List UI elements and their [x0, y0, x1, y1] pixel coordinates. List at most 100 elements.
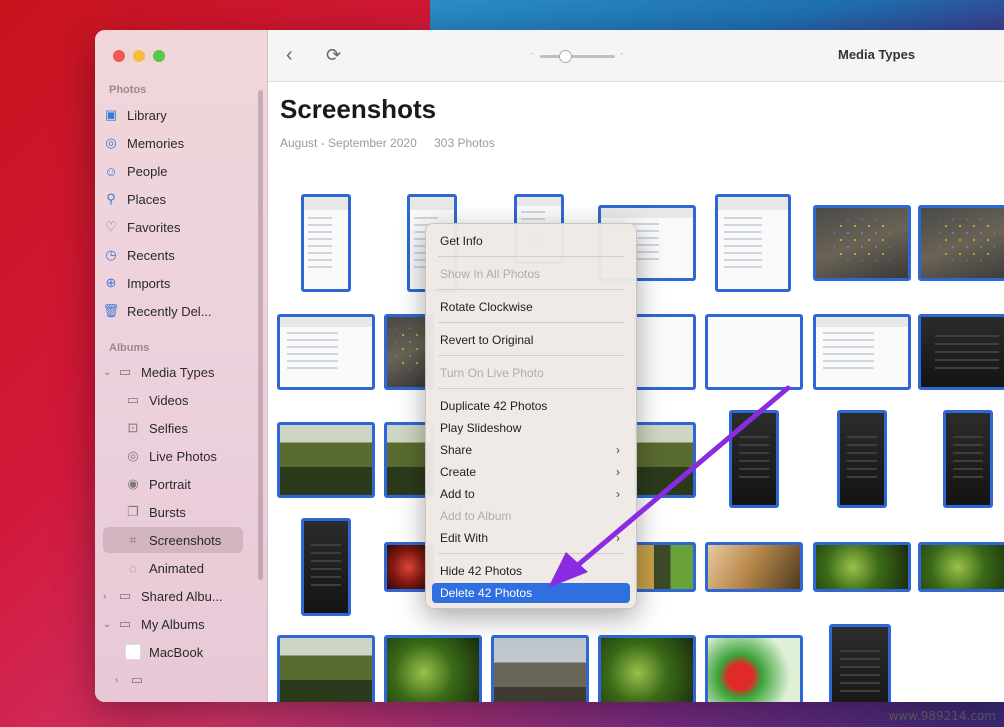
sidebar-item-label: Bursts	[149, 504, 186, 520]
sidebar-item-bursts[interactable]: ❐ Bursts	[125, 499, 241, 525]
menu-separator	[438, 553, 624, 554]
library-icon: ▣	[104, 107, 118, 122]
sidebar-item-label: Recently Del...	[127, 303, 212, 319]
photo-thumbnail[interactable]	[705, 542, 803, 592]
photo-thumbnail[interactable]	[829, 624, 891, 702]
sidebar-item-people[interactable]: ☺ People	[103, 158, 241, 184]
chevron-left-icon[interactable]: ‹	[286, 44, 293, 67]
sidebar-item-places[interactable]: ⚲ Places	[103, 186, 241, 212]
photo-thumbnail[interactable]	[491, 635, 589, 702]
sidebar-item-live-photos[interactable]: ◎ Live Photos	[125, 443, 241, 469]
sidebar-item-shared-albums[interactable]: › ▭ Shared Albu...	[103, 583, 241, 609]
menu-separator	[438, 322, 624, 323]
photo-thumbnail[interactable]	[918, 205, 1004, 281]
menu-item-rotate-clockwise[interactable]: Rotate Clockwise	[432, 297, 630, 317]
photo-thumbnail[interactable]	[813, 205, 911, 281]
shared-albums-icon: ▭	[118, 588, 132, 603]
zoom-out-icon[interactable]: ·	[530, 48, 533, 59]
menu-separator	[438, 355, 624, 356]
menu-item-add-to[interactable]: Add to ›	[432, 484, 630, 504]
sidebar-item-label: Portrait	[149, 476, 191, 492]
zoom-slider-knob[interactable]	[559, 50, 572, 63]
zoom-slider[interactable]	[540, 50, 615, 63]
menu-item-create[interactable]: Create ›	[432, 462, 630, 482]
photo-thumbnail[interactable]	[715, 194, 791, 292]
sidebar-item-imports[interactable]: ⊕ Imports	[103, 270, 241, 296]
menu-item-edit-with[interactable]: Edit With ›	[432, 528, 630, 548]
photo-thumbnail[interactable]	[943, 410, 993, 508]
menu-item-delete[interactable]: Delete 42 Photos	[432, 583, 630, 603]
menu-separator	[438, 289, 624, 290]
photo-thumbnail[interactable]	[729, 410, 779, 508]
imports-icon: ⊕	[105, 275, 117, 290]
rotate-icon[interactable]: ⟳	[326, 45, 341, 66]
sidebar-item-animated[interactable]: ◌ Animated	[125, 555, 241, 581]
chevron-right-icon[interactable]: ›	[115, 675, 127, 686]
photo-thumbnail[interactable]	[384, 635, 482, 702]
photo-thumbnail[interactable]	[301, 194, 351, 292]
sidebar-item-videos[interactable]: ▭ Videos	[125, 387, 241, 413]
sidebar-item-label: Memories	[127, 135, 185, 151]
menu-item-hide[interactable]: Hide 42 Photos	[432, 561, 630, 581]
chevron-right-icon[interactable]: ›	[103, 591, 115, 602]
sidebar-item-recently-deleted[interactable]: 🗑 Recently Del...	[103, 298, 241, 324]
menu-item-revert-to-original[interactable]: Revert to Original	[432, 330, 630, 350]
sidebar-item-recents[interactable]: ◷ Recents	[103, 242, 241, 268]
sidebar-scrollbar[interactable]	[258, 90, 263, 580]
menu-item-play-slideshow[interactable]: Play Slideshow	[432, 418, 630, 438]
album-thumbnail-icon	[125, 644, 141, 660]
sidebar-item-label: Favorites	[127, 219, 181, 235]
sidebar-item-label: My Albums	[141, 616, 205, 632]
sidebar-item-memories[interactable]: ◎ Memories	[103, 130, 241, 156]
chevron-right-icon: ›	[616, 531, 620, 545]
sidebar-item-portrait[interactable]: ◉ Portrait	[125, 471, 241, 497]
photo-thumbnail[interactable]	[813, 314, 911, 390]
sidebar-section-albums: Albums	[109, 342, 150, 354]
photo-thumbnail[interactable]	[301, 518, 351, 616]
photo-count: 303 Photos	[434, 136, 495, 150]
sidebar-item-favorites[interactable]: ♡ Favorites	[103, 214, 241, 240]
photo-thumbnail[interactable]	[277, 635, 375, 702]
live-photo-icon: ◎	[127, 448, 139, 463]
zoom-button[interactable]	[153, 50, 165, 62]
photo-thumbnail[interactable]	[918, 314, 1004, 390]
photo-thumbnail[interactable]	[634, 422, 696, 498]
menu-item-get-info[interactable]: Get Info	[432, 231, 630, 251]
sidebar-item-my-albums[interactable]: ⌄ ▭ My Albums	[103, 611, 241, 637]
close-button[interactable]	[113, 50, 125, 62]
sidebar-item-folder[interactable]: › ▭	[103, 667, 241, 693]
sidebar: Photos ▣ Library ◎ Memories ☺ People ⚲ P…	[95, 30, 268, 702]
chevron-down-icon[interactable]: ⌄	[103, 367, 115, 378]
sidebar-item-label: Animated	[149, 560, 204, 576]
photo-thumbnail[interactable]	[918, 542, 1004, 592]
toolbar: ‹ ⟳ · · Media Types i	[268, 30, 1004, 82]
chevron-down-icon[interactable]: ⌄	[103, 619, 115, 630]
photo-thumbnail[interactable]	[705, 314, 803, 390]
photo-thumbnail[interactable]	[277, 314, 375, 390]
photo-thumbnail[interactable]	[705, 635, 803, 702]
sidebar-item-macbook[interactable]: MacBook	[125, 639, 241, 665]
photo-thumbnail[interactable]	[598, 635, 696, 702]
selfie-icon: ⊡	[127, 420, 139, 435]
photo-thumbnail[interactable]	[634, 314, 696, 390]
menu-item-label: Create	[440, 465, 477, 479]
sidebar-item-label: People	[127, 163, 168, 179]
photo-thumbnail[interactable]	[813, 542, 911, 592]
page-title: Screenshots	[280, 94, 437, 124]
menu-item-share[interactable]: Share ›	[432, 440, 630, 460]
sidebar-item-library[interactable]: ▣ Library	[103, 102, 241, 128]
sidebar-item-label: Live Photos	[149, 448, 217, 464]
minimize-button[interactable]	[133, 50, 145, 62]
menu-item-duplicate[interactable]: Duplicate 42 Photos	[432, 396, 630, 416]
sidebar-item-selfies[interactable]: ⊡ Selfies	[125, 415, 241, 441]
photo-thumbnail[interactable]	[277, 422, 375, 498]
photo-thumbnail[interactable]	[837, 410, 887, 508]
photo-thumbnail[interactable]	[634, 542, 696, 592]
sidebar-item-media-types[interactable]: ⌄ ▭ Media Types	[103, 359, 241, 385]
chevron-right-icon: ›	[616, 487, 620, 501]
menu-item-turn-on-live-photo: Turn On Live Photo	[440, 366, 544, 380]
sidebar-section-photos: Photos	[109, 84, 147, 96]
sidebar-item-screenshots[interactable]: ⌗ Screenshots	[103, 527, 243, 553]
sidebar-item-label: Shared Albu...	[141, 588, 223, 604]
zoom-in-icon[interactable]: ·	[620, 48, 623, 59]
